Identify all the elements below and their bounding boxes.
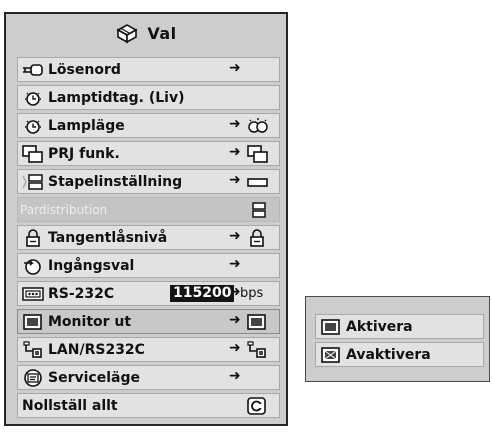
option-disable[interactable]: Avaktivera	[315, 342, 484, 367]
baud-rate-value: 115200	[170, 285, 235, 302]
menu-item-label: Lampläge	[48, 117, 125, 134]
key-icon	[22, 61, 44, 79]
option-label: Aktivera	[346, 318, 413, 335]
monitor-out-disabled-icon	[320, 346, 342, 364]
padlock-icon	[22, 228, 44, 247]
options-menu: Val Lösenord ➜ Lamptidtag. (Liv) Lampläg…	[4, 12, 288, 426]
lan-icon	[22, 340, 44, 359]
flat-rectangle-icon	[247, 173, 269, 191]
lan-icon	[247, 341, 269, 359]
option-enable[interactable]: Aktivera	[315, 314, 484, 339]
menu-item-reset-all[interactable]: Nollställ allt	[17, 393, 280, 418]
menu-item-monitor-out[interactable]: Monitor ut ➜	[17, 309, 280, 334]
menu-item-label: Tangentlåsnivå	[48, 229, 168, 246]
menu-item-label: Lösenord	[48, 61, 121, 78]
menu-item-input-select[interactable]: Ingångsval ➜	[17, 253, 280, 278]
menu-item-label: RS-232C	[48, 285, 115, 302]
menu-item-lan-rs232c[interactable]: LAN/RS232C ➜	[17, 337, 280, 362]
menu-item-label: PRJ funk.	[48, 145, 120, 162]
menu-item-service-mode[interactable]: Serviceläge ➜	[17, 365, 280, 390]
menu-item-label: Ingångsval	[48, 257, 135, 274]
stack-setting-icon	[22, 173, 44, 191]
monitor-out-icon	[247, 313, 269, 331]
option-label: Avaktivera	[346, 346, 431, 363]
monitor-out-icon	[22, 313, 44, 331]
menu-item-projector-function[interactable]: PRJ funk. ➜	[17, 141, 280, 166]
menu-item-label: Monitor ut	[48, 313, 132, 330]
stack-setting-icon	[247, 201, 269, 219]
menu-item-pair-distribution: Pardistribution	[17, 197, 280, 222]
service-mode-icon	[22, 368, 44, 387]
monitor-out-icon	[320, 318, 342, 336]
arrow-right-icon: ➜	[229, 60, 241, 76]
projector-function-icon	[247, 145, 269, 163]
menu-item-stack-setting[interactable]: Stapelinställning ➜	[17, 169, 280, 194]
arrow-right-icon: ➜	[229, 312, 241, 328]
lamp-mode-icon	[247, 117, 269, 135]
arrow-right-icon: ➜	[229, 228, 241, 244]
menu-item-lamp-timer[interactable]: Lamptidtag. (Liv)	[17, 85, 280, 110]
menu-item-rs232c[interactable]: RS-232C ➜ 115200 bps	[17, 281, 280, 306]
menu-item-label: Serviceläge	[48, 369, 140, 386]
lamp-timer-icon	[22, 117, 44, 135]
menu-header: Val	[6, 14, 286, 52]
rs232c-port-icon	[22, 285, 44, 303]
arrow-right-icon: ➜	[229, 172, 241, 188]
lamp-timer-icon	[22, 89, 44, 107]
menu-item-label: Lamptidtag. (Liv)	[48, 89, 185, 106]
projector-function-icon	[22, 144, 44, 163]
options-box-icon	[115, 22, 139, 44]
arrow-right-icon: ➜	[229, 340, 241, 356]
menu-item-key-lock-level[interactable]: Tangentlåsnivå ➜	[17, 225, 280, 250]
menu-item-label: Pardistribution	[20, 202, 108, 217]
arrow-right-icon: ➜	[229, 368, 241, 384]
menu-title: Val	[147, 23, 177, 43]
baud-rate-unit: bps	[240, 286, 264, 301]
padlock-icon	[247, 229, 269, 247]
menu-item-password[interactable]: Lösenord ➜	[17, 57, 280, 82]
monitor-out-submenu: Aktivera Avaktivera	[305, 296, 490, 382]
menu-item-label: LAN/RS232C	[48, 341, 145, 358]
input-select-icon	[22, 257, 44, 275]
reset-icon	[247, 397, 269, 415]
arrow-right-icon: ➜	[229, 256, 241, 272]
arrow-right-icon: ➜	[229, 116, 241, 132]
menu-item-lamp-mode[interactable]: Lampläge ➜	[17, 113, 280, 138]
menu-item-label: Nollställ allt	[22, 397, 118, 414]
arrow-right-icon: ➜	[229, 144, 241, 160]
menu-item-label: Stapelinställning	[48, 173, 183, 190]
